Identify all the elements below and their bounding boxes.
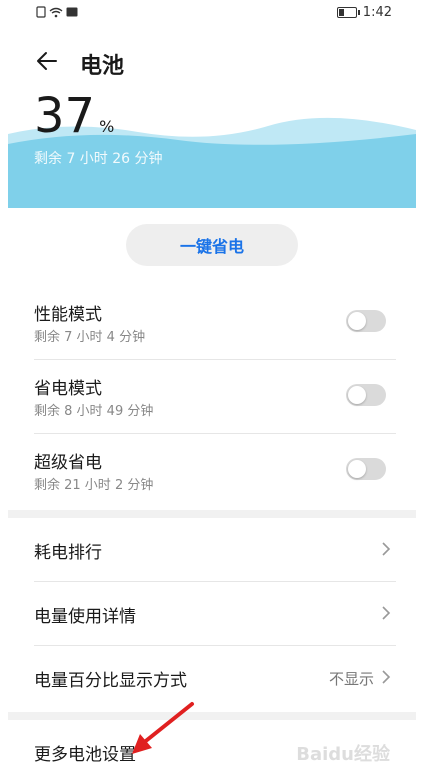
mode-item-ultra-saving[interactable]: 超级省电 剩余 21 小时 2 分钟 [8,434,416,508]
status-time: 1:42 [362,5,392,20]
mode-remaining: 剩余 21 小时 2 分钟 [34,478,154,493]
chevron-right-icon [382,670,391,684]
setting-power-consumption-ranking[interactable]: 耗电排行 [8,518,416,582]
back-arrow-icon[interactable] [34,48,60,74]
sim-icon [36,6,46,18]
setting-value: 不显示 [328,670,374,688]
mode-remaining: 剩余 8 小时 49 分钟 [34,404,154,419]
setting-percentage-display[interactable]: 电量百分比显示方式 不显示 [8,646,416,710]
setting-usage-details[interactable]: 电量使用详情 [8,582,416,646]
chevron-right-icon [382,606,391,620]
setting-label: 电量使用详情 [34,607,136,627]
app-frame: 1:42 电池 37% 剩余 7 小时 26 分钟 一键省电 性能模式 剩余 7… [8,0,416,778]
setting-label: 更多电池设置 [34,745,136,765]
header: 电池 [8,40,416,84]
watermark-logo: Baidu经验 [296,744,390,765]
mode-item-performance[interactable]: 性能模式 剩余 7 小时 4 分钟 [8,286,416,360]
ultra-saving-mode-toggle[interactable] [346,458,386,480]
power-mode-list: 性能模式 剩余 7 小时 4 分钟 省电模式 剩余 8 小时 49 分钟 超级省… [8,286,416,508]
one-key-power-save-button[interactable]: 一键省电 [126,224,298,266]
percent-unit: % [99,117,115,136]
mode-item-power-saving[interactable]: 省电模式 剩余 8 小时 49 分钟 [8,360,416,434]
wifi-icon [49,7,63,17]
status-icons-right: 1:42 [336,5,392,20]
message-icon [66,7,78,17]
battery-percentage: 37% [34,90,114,153]
mode-label: 性能模式 [34,305,102,325]
setting-label: 电量百分比显示方式 [34,671,187,691]
status-icons-left [36,6,78,18]
performance-mode-toggle[interactable] [346,310,386,332]
status-bar: 1:42 [8,0,416,28]
mode-remaining: 剩余 7 小时 4 分钟 [34,330,146,345]
section-separator [8,712,416,720]
battery-wave-area: 37% 剩余 7 小时 26 分钟 [8,90,416,208]
battery-remaining-time: 剩余 7 小时 26 分钟 [34,151,163,167]
percent-value: 37 [34,90,96,144]
mode-label: 省电模式 [34,379,102,399]
section-separator [8,510,416,518]
page-title: 电池 [80,54,125,79]
chevron-right-icon [382,542,391,556]
battery-settings-list: 耗电排行 电量使用详情 电量百分比显示方式 不显示 [8,518,416,710]
setting-label: 耗电排行 [34,543,102,563]
battery-icon [336,7,360,18]
power-saving-mode-toggle[interactable] [346,384,386,406]
mode-label: 超级省电 [34,453,102,473]
